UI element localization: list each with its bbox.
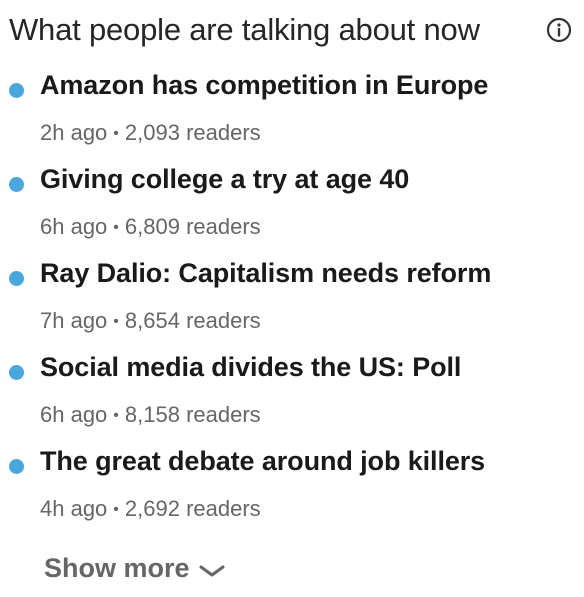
news-readers: 8,158 readers — [124, 402, 261, 427]
news-readers: 6,809 readers — [124, 214, 261, 239]
news-headline[interactable]: Ray Dalio: Capitalism needs reform — [40, 258, 491, 289]
news-meta: 6h ago • 8,158 readers — [40, 402, 261, 428]
news-time: 4h ago — [40, 496, 108, 521]
meta-separator: • — [113, 407, 119, 424]
news-meta: 2h ago • 2,093 readers — [40, 120, 261, 146]
news-list: Amazon has competition in Europe 2h ago •… — [0, 68, 584, 538]
meta-separator: • — [113, 313, 119, 330]
news-headline[interactable]: Amazon has competition in Europe — [40, 70, 488, 101]
bullet-dot — [9, 459, 24, 474]
news-readers: 2,692 readers — [124, 496, 261, 521]
news-item[interactable]: Giving college a try at age 40 6h ago • 6,… — [0, 162, 584, 256]
news-headline[interactable]: The great debate around job killers — [40, 446, 485, 477]
bullet-dot — [9, 271, 24, 286]
news-item[interactable]: Ray Dalio: Capitalism needs reform 7h ag… — [0, 256, 584, 350]
meta-separator: • — [113, 125, 119, 142]
news-module-header: What people are talking about now — [9, 10, 575, 50]
news-item[interactable]: The great debate around job killers 4h a… — [0, 444, 584, 538]
news-time: 6h ago — [40, 402, 108, 427]
news-headline[interactable]: Giving college a try at age 40 — [40, 164, 409, 195]
news-readers: 2,093 readers — [124, 120, 261, 145]
news-time: 6h ago — [40, 214, 108, 239]
chevron-down-icon — [198, 563, 226, 579]
module-title: What people are talking about now — [9, 12, 480, 47]
show-more-label: Show more — [44, 553, 190, 583]
info-circle-icon[interactable] — [545, 16, 573, 44]
bullet-dot — [9, 365, 24, 380]
news-meta: 4h ago • 2,692 readers — [40, 496, 261, 522]
news-meta: 7h ago • 8,654 readers — [40, 308, 261, 334]
news-item[interactable]: Social media divides the US: Poll 6h ago… — [0, 350, 584, 444]
meta-separator: • — [113, 219, 119, 236]
news-headline[interactable]: Social media divides the US: Poll — [40, 352, 461, 383]
bullet-dot — [9, 83, 24, 98]
show-more-button[interactable]: Show more — [44, 553, 226, 584]
news-meta: 6h ago • 6,809 readers — [40, 214, 261, 240]
bullet-dot — [9, 177, 24, 192]
news-readers: 8,654 readers — [124, 308, 261, 333]
news-item[interactable]: Amazon has competition in Europe 2h ago •… — [0, 68, 584, 162]
news-time: 2h ago — [40, 120, 108, 145]
meta-separator: • — [113, 501, 119, 518]
news-time: 7h ago — [40, 308, 108, 333]
